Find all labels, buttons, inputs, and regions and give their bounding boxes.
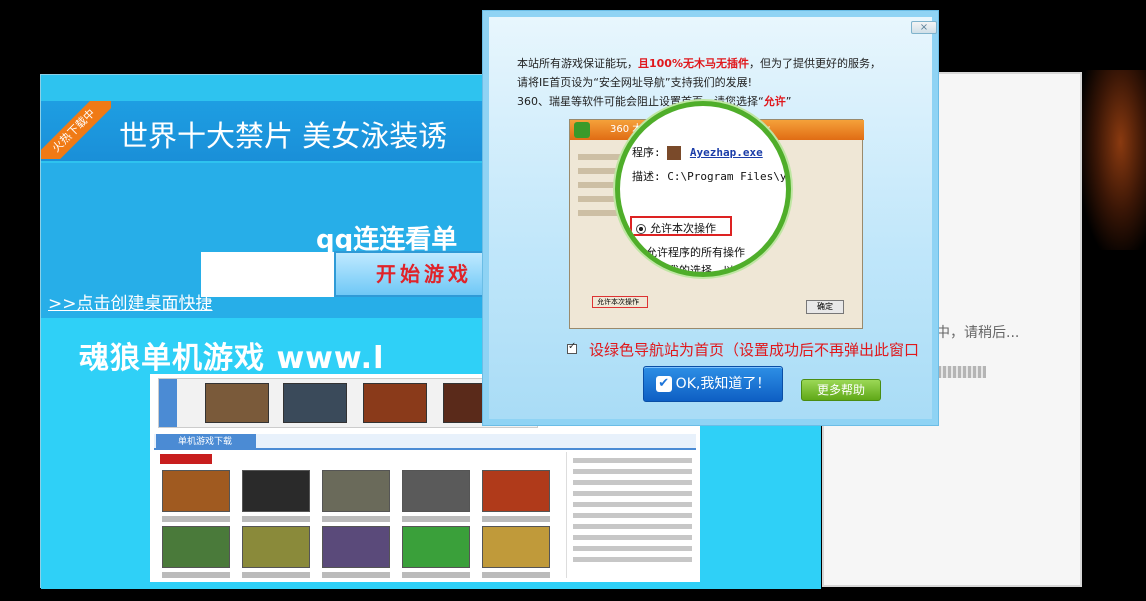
ranking-row <box>573 546 692 551</box>
checkbox-checked[interactable] <box>567 341 577 354</box>
ranking-row <box>573 480 692 485</box>
line1-prefix: 本站所有游戏保证能玩， <box>517 57 638 70</box>
site-title: 魂狼单机游戏 www.l <box>79 341 385 376</box>
hot-ribbon-label: 火热下载中 <box>41 101 111 159</box>
line1-suffix: ，但为了提供更好的服务， <box>748 57 881 70</box>
line1-highlight: 且100%无木马无插件 <box>638 57 749 70</box>
game-caption <box>322 572 390 578</box>
program-name: Ayezhap.exe <box>689 146 763 159</box>
line3-highlight: 允许 <box>763 95 786 108</box>
game-caption <box>402 572 470 578</box>
allow-all-option: 允许程序的所有操作 <box>632 244 745 260</box>
ranking-row <box>573 535 692 540</box>
game-caption <box>242 572 310 578</box>
homepage-dialog: × 本站所有游戏保证能玩，且100%无木马无插件，但为了提供更好的服务， 请将I… <box>482 10 939 426</box>
download-tabs: 单机游戏下载 <box>154 434 696 450</box>
ranking-row <box>573 469 692 474</box>
game-cover <box>322 470 390 512</box>
description-line: 描述: C:\Program Files\yzp <box>632 168 791 184</box>
create-desktop-shortcut-link[interactable]: >>点击创建桌面快捷 <box>48 289 213 314</box>
game-cover <box>402 526 470 568</box>
more-help-button[interactable]: 更多帮助 <box>801 379 881 401</box>
dialog-line-2: 请将IE首页设为“安全网址导航”支持我们的发展! <box>517 76 753 89</box>
ranking-row <box>573 557 692 562</box>
ranking-row <box>573 458 692 463</box>
hot-label <box>160 454 212 464</box>
line3-suffix: ” <box>785 95 792 108</box>
radio-selected-icon <box>636 224 646 234</box>
program-line: 程序: Ayezhap.exe <box>632 144 763 160</box>
checkmark-icon: ✔ <box>655 376 672 392</box>
ranking-row <box>573 491 692 496</box>
close-button[interactable]: × <box>911 21 937 34</box>
background-glow <box>1082 70 1146 250</box>
dialog-line-3: 360、瑞星等软件可能会阻止设置首页，请您选择“允许” <box>517 93 791 109</box>
game-cover <box>482 526 550 568</box>
featured-strip <box>158 378 538 428</box>
radio-icon <box>632 248 642 258</box>
game-cover <box>402 470 470 512</box>
game-caption <box>402 516 470 522</box>
ok-button-label[interactable]: OK,我知道了！ <box>676 376 771 392</box>
allow-all-label: 允许程序的所有操作 <box>646 246 745 259</box>
ranking-row <box>573 524 692 529</box>
ok-button[interactable]: ✔ OK,我知道了！ <box>643 366 783 402</box>
ranking-row <box>573 502 692 507</box>
game-caption <box>162 572 230 578</box>
game-thumbnail <box>363 383 427 423</box>
checkbox-label[interactable]: 设绿色导航站为首页（设置成功后不再弹出此窗口 <box>589 341 919 359</box>
loading-progress-bar <box>938 366 986 378</box>
game-caption <box>322 516 390 522</box>
shield-icon <box>574 122 590 138</box>
program-label: 程序: <box>632 146 661 159</box>
strip-side-tab <box>159 379 177 427</box>
ad-input-box <box>201 252 336 297</box>
desc-value: C:\Program Files\yzp <box>667 170 791 183</box>
hot-download-ribbon: 火热下载中 <box>41 101 111 159</box>
game-cover <box>322 526 390 568</box>
firewall-ok-button: 确定 <box>806 300 844 314</box>
banner-title[interactable]: 世界十大禁片 美女泳装诱 <box>119 113 447 155</box>
game-thumbnail <box>283 383 347 423</box>
set-homepage-checkbox-row[interactable]: 设绿色导航站为首页（设置成功后不再弹出此窗口 <box>567 339 919 360</box>
game-caption <box>162 516 230 522</box>
game-cover <box>162 526 230 568</box>
game-caption <box>482 572 550 578</box>
game-thumbnail <box>205 383 269 423</box>
game-cover <box>162 470 230 512</box>
ranking-sidebar <box>566 452 698 578</box>
exe-file-icon <box>667 146 682 160</box>
desc-label: 描述: <box>632 170 661 183</box>
magnifier-callout: 程序: Ayezhap.exe 描述: C:\Program Files\yzp… <box>615 101 791 277</box>
firewall-allow-option: 允许本次操作 <box>592 296 648 308</box>
game-caption <box>482 516 550 522</box>
loading-text: 中，请稍后... <box>936 325 1020 341</box>
allow-once-option: 允许本次操作 <box>636 220 716 236</box>
allow-once-label: 允许本次操作 <box>650 222 716 235</box>
dialog-line-1: 本站所有游戏保证能玩，且100%无木马无插件，但为了提供更好的服务， <box>517 55 881 71</box>
game-cover <box>242 526 310 568</box>
game-cover <box>482 470 550 512</box>
game-cover <box>242 470 310 512</box>
dialog-body: × 本站所有游戏保证能玩，且100%无木马无插件，但为了提供更好的服务， 请将I… <box>489 17 937 419</box>
tab-single-game-download: 单机游戏下载 <box>156 434 256 450</box>
game-caption <box>242 516 310 522</box>
ranking-row <box>573 513 692 518</box>
start-game-button[interactable]: 开始游戏 <box>334 251 494 297</box>
